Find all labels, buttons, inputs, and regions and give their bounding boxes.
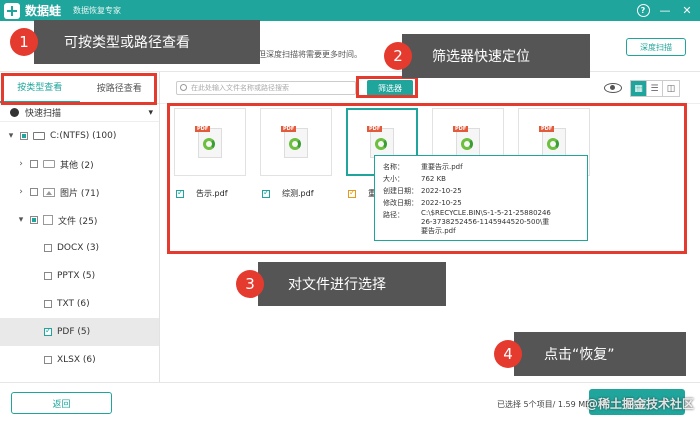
- tree-checkbox[interactable]: [44, 272, 52, 280]
- callout-badge: 4: [494, 340, 522, 368]
- tree-checkbox[interactable]: [44, 244, 52, 252]
- tree-item-txt[interactable]: TXT (6): [0, 290, 159, 318]
- help-button[interactable]: ?: [634, 2, 652, 19]
- search-input[interactable]: 在此处输入文件名称或路径搜索: [176, 81, 356, 95]
- view-switcher: ▦ ☰ ◫: [630, 80, 680, 97]
- collapse-toggle-icon[interactable]: ▾: [16, 215, 26, 225]
- tree-item-pdf[interactable]: PDF (5): [0, 318, 159, 346]
- callout-select-files: 对文件进行选择: [258, 262, 446, 306]
- minimize-button[interactable]: —: [656, 2, 674, 19]
- tree-item-pptx[interactable]: PPTX (5): [0, 262, 159, 290]
- tree-checkbox[interactable]: [30, 188, 38, 196]
- highlight-filter: [356, 76, 418, 98]
- tree-item-images[interactable]: › 图片 (71): [0, 178, 159, 206]
- app-subtitle: 数据恢复专家: [73, 6, 122, 15]
- tree-item-label: 图片 (71): [60, 188, 100, 199]
- collapse-toggle-icon[interactable]: ▾: [6, 131, 16, 141]
- tree-item-drive-c[interactable]: ▾ C:(NTFS) (100): [0, 122, 159, 150]
- scan-hint-text: 但深度扫描将需要更多时间。: [258, 50, 362, 59]
- callout-badge: 3: [236, 270, 264, 298]
- callout-text: 筛选器快速定位: [432, 49, 530, 65]
- search-icon: [180, 84, 187, 91]
- tree-item-documents[interactable]: ▾ 文件 (25): [0, 206, 159, 234]
- callout-restore: 点击“恢复”: [514, 332, 686, 376]
- highlight-file-grid: [167, 103, 687, 254]
- highlight-view-tabs: [1, 73, 157, 105]
- help-icon: ?: [636, 4, 650, 17]
- drive-icon: [33, 132, 45, 140]
- close-button[interactable]: ✕: [678, 2, 696, 19]
- image-icon: [43, 187, 55, 197]
- tree-item-label: 文件 (25): [58, 216, 98, 227]
- search-placeholder: 在此处输入文件名称或路径搜索: [191, 84, 289, 92]
- app-name: 数据蛙: [25, 4, 62, 18]
- tree-item-label: TXT (6): [57, 299, 90, 309]
- tree-item-xlsx[interactable]: XLSX (6): [0, 346, 159, 374]
- quick-scan-row[interactable]: 快速扫描 ▾: [0, 104, 159, 122]
- app-logo-icon: [4, 2, 20, 19]
- document-icon: [43, 215, 53, 225]
- tree-checkbox[interactable]: [44, 356, 52, 364]
- sidebar: 按类型查看 按路径查看 快速扫描 ▾ ▾ C:(NTFS) (100) › 其他…: [0, 72, 160, 382]
- list-view-icon[interactable]: ☰: [647, 81, 663, 96]
- detail-view-icon[interactable]: ◫: [663, 81, 679, 96]
- tree-item-label: C:(NTFS) (100): [50, 131, 117, 141]
- tree-checkbox[interactable]: [30, 160, 38, 168]
- tree-item-label: DOCX (3): [57, 243, 100, 253]
- selection-summary: 已选择 5个项目/ 1.59 MB: [497, 400, 591, 409]
- expand-toggle-icon[interactable]: ›: [16, 159, 26, 169]
- bottom-bar: 返回 已选择 5个项目/ 1.59 MB 恢复 @稀土掘金技术社区: [0, 382, 700, 426]
- tree-item-other[interactable]: › 其他 (2): [0, 150, 159, 178]
- tree-checkbox[interactable]: [44, 300, 52, 308]
- deep-scan-button[interactable]: 深度扫描: [626, 38, 686, 56]
- preview-eye-icon[interactable]: [604, 83, 622, 93]
- callout-text: 可按类型或路径查看: [64, 35, 190, 51]
- callout-text: 点击“恢复”: [544, 347, 615, 363]
- chevron-down-icon[interactable]: ▾: [148, 108, 153, 118]
- callout-filter: 筛选器快速定位: [402, 34, 590, 78]
- callout-badge: 2: [384, 42, 412, 70]
- callout-badge: 1: [10, 28, 38, 56]
- title-bar: 数据蛙 数据恢复专家 ? — ✕: [0, 0, 700, 21]
- tree-item-label: XLSX (6): [57, 355, 96, 365]
- tree-item-label: 其他 (2): [60, 160, 94, 171]
- grid-view-icon[interactable]: ▦: [631, 81, 647, 96]
- tree-checkbox[interactable]: [20, 132, 28, 140]
- callout-view-mode: 可按类型或路径查看: [34, 20, 260, 64]
- tree-checkbox[interactable]: [44, 326, 52, 336]
- tree-item-docx[interactable]: DOCX (3): [0, 234, 159, 262]
- callout-text: 对文件进行选择: [288, 277, 386, 293]
- expand-toggle-icon[interactable]: ›: [16, 187, 26, 197]
- watermark-text: @稀土掘金技术社区: [586, 397, 695, 411]
- tree-item-label: PDF (5): [57, 327, 91, 337]
- tree-item-label: PPTX (5): [57, 271, 96, 281]
- quick-scan-label: 快速扫描: [25, 109, 62, 119]
- scan-status-icon: [10, 108, 19, 117]
- window-controls: ? — ✕: [634, 2, 696, 19]
- back-button[interactable]: 返回: [11, 392, 112, 414]
- tree-checkbox[interactable]: [30, 216, 38, 224]
- folder-icon: [43, 160, 55, 168]
